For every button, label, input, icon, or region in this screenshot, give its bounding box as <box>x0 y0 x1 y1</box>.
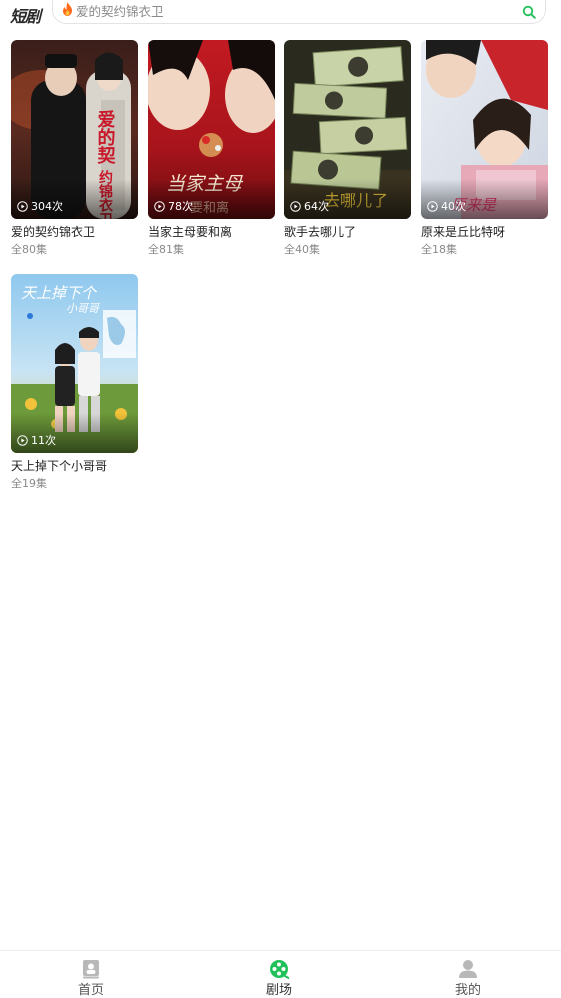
bottom-tab-bar: 首页 剧场 我的 <box>0 950 561 998</box>
play-icon <box>427 200 438 212</box>
drama-episodes: 全19集 <box>11 477 47 490</box>
drama-poster[interactable]: 去哪儿了 64次 <box>284 40 411 219</box>
play-icon <box>17 434 28 446</box>
search-placeholder: 爱的契约锦衣卫 <box>76 4 164 19</box>
svg-text:小哥哥: 小哥哥 <box>66 302 101 315</box>
tab-theater-label: 剧场 <box>265 983 292 998</box>
play-count-text: 78次 <box>168 200 193 213</box>
drama-title[interactable]: 当家主母要和离 <box>148 223 232 240</box>
theater-icon <box>270 960 289 979</box>
drama-episodes: 全80集 <box>11 243 47 256</box>
play-count-text: 11次 <box>31 434 56 447</box>
drama-title[interactable]: 天上掉下个小哥哥 <box>11 457 107 474</box>
drama-episodes: 全18集 <box>421 243 457 256</box>
play-count: 40次 <box>427 198 466 214</box>
drama-poster[interactable]: 爱的契 约锦衣卫 304次 <box>11 40 138 219</box>
svg-text:天上掉下个: 天上掉下个 <box>21 284 98 302</box>
tab-home-label: 首页 <box>77 983 104 998</box>
drama-poster[interactable]: 原来是 40次 <box>421 40 548 219</box>
tab-profile[interactable]: 我的 <box>408 951 528 998</box>
app-logo: 短剧 <box>10 7 41 26</box>
header: 短剧 爱的契约锦衣卫 <box>0 0 561 30</box>
play-count: 78次 <box>154 198 193 214</box>
drama-title[interactable]: 爱的契约锦衣卫 <box>11 223 95 240</box>
play-count-text: 40次 <box>441 200 466 213</box>
fire-icon <box>63 2 72 16</box>
drama-title[interactable]: 原来是丘比特呀 <box>421 223 505 240</box>
tab-theater[interactable]: 剧场 <box>219 951 339 998</box>
drama-episodes: 全40集 <box>284 243 320 256</box>
play-icon <box>290 200 301 212</box>
play-count: 11次 <box>17 432 56 448</box>
tab-home[interactable]: 首页 <box>31 951 151 998</box>
play-count-text: 64次 <box>304 200 329 213</box>
play-count: 304次 <box>17 198 63 214</box>
play-icon <box>154 200 165 212</box>
search-icon[interactable] <box>522 5 536 19</box>
tab-profile-label: 我的 <box>454 983 481 998</box>
drama-title[interactable]: 歌手去哪儿了 <box>284 223 356 240</box>
drama-poster[interactable]: 天上掉下个 小哥哥 11次 <box>11 274 138 453</box>
home-icon <box>83 960 99 979</box>
drama-episodes: 全81集 <box>148 243 184 256</box>
play-count-text: 304次 <box>31 200 63 213</box>
svg-text:爱的契: 爱的契 <box>95 110 117 165</box>
search-bar[interactable]: 爱的契约锦衣卫 <box>52 0 546 24</box>
drama-poster[interactable]: 当家主母 要和离 78次 <box>148 40 275 219</box>
play-count: 64次 <box>290 198 329 214</box>
play-icon <box>17 200 28 212</box>
profile-icon <box>459 960 477 978</box>
